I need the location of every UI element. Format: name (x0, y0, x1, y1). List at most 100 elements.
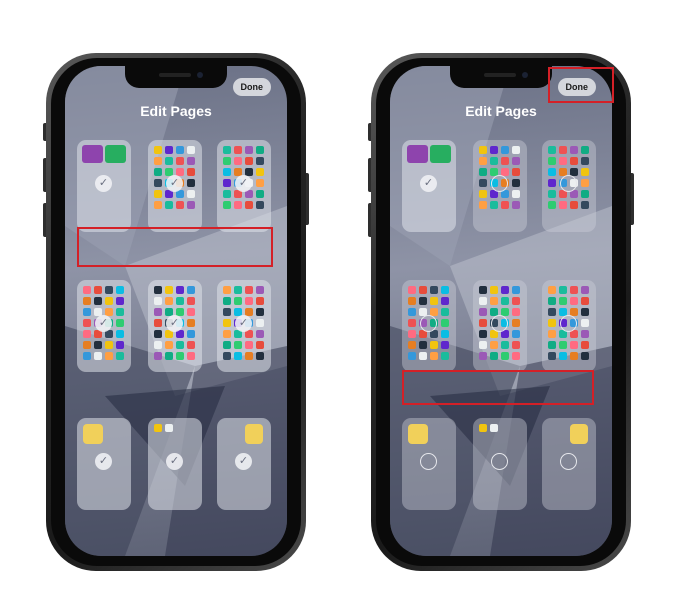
done-button[interactable]: Done (232, 78, 271, 96)
app-icon (408, 297, 416, 305)
app-icon (548, 319, 556, 327)
app-icon (83, 297, 91, 305)
app-icon (441, 308, 449, 316)
shortcuts-widget (82, 145, 126, 163)
app-icon (570, 201, 578, 209)
app-icon (165, 352, 173, 360)
app-icon (490, 341, 498, 349)
app-icon (570, 341, 578, 349)
page-unchecked-circle-icon[interactable] (560, 453, 577, 470)
app-icon (490, 424, 498, 432)
app-icon (154, 201, 162, 209)
notch (450, 66, 552, 88)
app-icon (441, 297, 449, 305)
app-icon (154, 341, 162, 349)
app-icon (165, 157, 173, 165)
notes-widget (245, 424, 263, 444)
page-unchecked-circle-icon[interactable] (560, 315, 577, 332)
app-icon (501, 352, 509, 360)
app-icon (223, 341, 231, 349)
app-icon (479, 286, 487, 294)
app-icon (223, 297, 231, 305)
app-icon (176, 352, 184, 360)
app-icon (83, 319, 91, 327)
page-checkmark-icon[interactable]: ✓ (235, 453, 252, 470)
app-icon (512, 308, 520, 316)
app-icon (441, 319, 449, 327)
app-icon (83, 286, 91, 294)
page-checkmark-icon[interactable]: ✓ (166, 175, 183, 192)
highlight-done-button (548, 67, 614, 103)
app-icon (256, 286, 264, 294)
app-icon (154, 157, 162, 165)
app-icon (479, 352, 487, 360)
app-icon (490, 146, 498, 154)
app-icon (105, 352, 113, 360)
app-icon (105, 341, 113, 349)
app-icon (176, 297, 184, 305)
app-icon (165, 424, 173, 432)
app-icon (548, 179, 556, 187)
app-icon (83, 352, 91, 360)
app-icon (501, 157, 509, 165)
app-icon (154, 424, 162, 432)
app-icon (176, 146, 184, 154)
app-icon (165, 297, 173, 305)
app-icon (581, 286, 589, 294)
app-icon (548, 286, 556, 294)
app-icon (94, 341, 102, 349)
page-unchecked-circle-icon[interactable] (420, 315, 437, 332)
app-icon (570, 297, 578, 305)
app-icon (408, 352, 416, 360)
app-icon (154, 168, 162, 176)
app-icon (408, 319, 416, 327)
app-icon (501, 297, 509, 305)
page-checkmark-icon[interactable]: ✓ (95, 453, 112, 470)
page-unchecked-circle-icon[interactable] (491, 175, 508, 192)
app-icon (223, 201, 231, 209)
page-checkmark-icon[interactable]: ✓ (166, 453, 183, 470)
app-icon (234, 157, 242, 165)
app-icon (430, 297, 438, 305)
screen: Done Edit Pages ✓ ✓ ✓ ✓ ✓ ✓ ✓ ✓ ✓ (65, 66, 287, 556)
page-checkmark-icon[interactable]: ✓ (235, 315, 252, 332)
page-checkmark-icon[interactable]: ✓ (235, 175, 252, 192)
app-icon (94, 286, 102, 294)
app-icon (256, 190, 264, 198)
app-icon (256, 179, 264, 187)
app-icon (581, 168, 589, 176)
app-icon (430, 341, 438, 349)
app-icon (234, 146, 242, 154)
app-icon (581, 297, 589, 305)
app-icon (419, 341, 427, 349)
app-icon (512, 330, 520, 338)
page-checkmark-icon[interactable]: ✓ (95, 315, 112, 332)
page-checkmark-icon[interactable]: ✓ (95, 175, 112, 192)
app-icon (490, 286, 498, 294)
app-icon (512, 319, 520, 327)
app-icon (581, 308, 589, 316)
app-icon (187, 179, 195, 187)
page-unchecked-circle-icon[interactable] (420, 453, 437, 470)
app-icon (490, 297, 498, 305)
app-icon (559, 286, 567, 294)
app-icon (154, 319, 162, 327)
app-icon (559, 201, 567, 209)
page-unchecked-circle-icon[interactable] (491, 315, 508, 332)
app-icon (223, 190, 231, 198)
app-icon (116, 330, 124, 338)
app-icon (581, 157, 589, 165)
app-icon (581, 201, 589, 209)
app-icon (154, 286, 162, 294)
app-icon (245, 201, 253, 209)
page-checkmark-icon[interactable]: ✓ (166, 315, 183, 332)
app-icon (570, 352, 578, 360)
app-icon (512, 297, 520, 305)
page-unchecked-circle-icon[interactable] (560, 175, 577, 192)
app-icon (408, 286, 416, 294)
app-icon (408, 330, 416, 338)
app-icon (234, 297, 242, 305)
page-unchecked-circle-icon[interactable] (491, 453, 508, 470)
notes-widget (408, 424, 428, 444)
page-checkmark-icon[interactable]: ✓ (420, 175, 437, 192)
